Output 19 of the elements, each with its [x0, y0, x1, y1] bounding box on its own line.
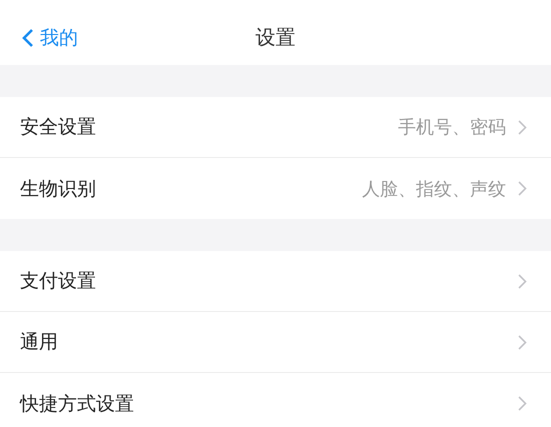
row-detail: 人脸、指纹、声纹	[362, 178, 506, 200]
row-label: 支付设置	[20, 269, 97, 294]
chevron-icon	[518, 120, 527, 134]
chevron-icon	[518, 274, 527, 288]
row-label: 生物识别	[20, 176, 97, 202]
chevron-icon	[518, 181, 527, 196]
settings-row[interactable]: 生物识别 人脸、指纹、声纹	[0, 158, 551, 219]
row-label: 通用	[20, 330, 59, 355]
back-icon	[22, 28, 34, 48]
page-title: 设置	[256, 24, 296, 51]
row-detail: 手机号、密码	[398, 116, 506, 139]
row-label: 快捷方式设置	[20, 392, 135, 416]
chevron-icon	[518, 334, 527, 350]
settings-row[interactable]: 快捷方式设置	[0, 373, 551, 427]
chevron-icon	[518, 396, 527, 411]
settings-row[interactable]: 支付设置	[0, 251, 551, 312]
settings-row[interactable]: 安全设置 手机号、密码	[0, 97, 551, 158]
row-label: 安全设置	[20, 115, 97, 140]
settings-row[interactable]: 通用	[0, 312, 551, 373]
